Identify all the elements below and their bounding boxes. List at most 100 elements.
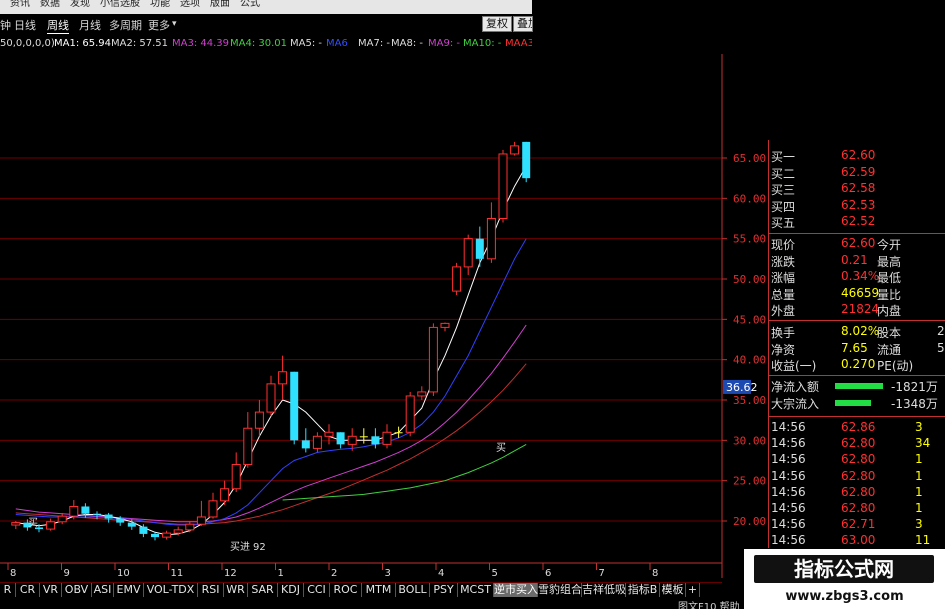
candle-body	[93, 513, 101, 515]
month-label: 6	[545, 568, 551, 579]
flow-label: 净流入额	[771, 380, 820, 394]
period-item-5[interactable]: 更多	[148, 17, 170, 33]
period-item-3[interactable]: 月线	[79, 17, 101, 33]
stat-row: 涨幅 0.34% 最低	[769, 269, 945, 285]
tick-volume: 3	[915, 517, 923, 532]
indicator-tabs: R CR VR OBV ASI EMV VOL-TDX RSI WR SAR KDJ CCI ROC MT…	[0, 582, 722, 597]
candle	[69, 500, 79, 520]
tick-time: 14:56	[771, 420, 806, 434]
trade-tick-row: 14:56 62.80 1	[769, 452, 945, 468]
price-tick-label: 50.00	[733, 273, 766, 286]
candle	[278, 355, 288, 400]
period-item-1[interactable]: 日线	[14, 17, 36, 33]
tick-price: 62.80	[841, 501, 876, 515]
candle-body	[104, 514, 113, 519]
stat-label: 收益(一)	[771, 359, 817, 373]
candle	[522, 141, 531, 183]
menu-item-3[interactable]: 小信选股	[100, 0, 140, 9]
indicator-tab-14[interactable]: BOLL	[396, 583, 430, 597]
indicator-tab-6[interactable]: VOL-TDX	[144, 583, 198, 597]
candle	[11, 521, 21, 530]
indicator-tab-12[interactable]: ROC	[330, 583, 362, 597]
indicator-tab-11[interactable]: CCI	[304, 583, 330, 597]
candle-body	[394, 432, 403, 434]
candle-body	[428, 326, 438, 393]
stat-row: 现价 62.60 今开	[769, 236, 945, 252]
month-label: 9	[64, 568, 70, 579]
indicator-tab-10[interactable]: KDJ	[278, 583, 304, 597]
month-label: 4	[438, 568, 444, 579]
candle-body	[151, 533, 159, 538]
ma-legend-item-10: MA10: -	[463, 38, 502, 49]
price-tick-label: 20.00	[733, 515, 766, 528]
menu-item-7[interactable]: 公式	[240, 0, 260, 9]
watermark-title: 指标公式网	[754, 555, 934, 583]
period-item-0[interactable]: 钟	[0, 17, 11, 33]
stat-label: 外盘	[771, 304, 796, 318]
indicator-tab-9[interactable]: SAR	[248, 583, 278, 597]
tick-price: 62.80	[841, 436, 876, 451]
menu-item-2[interactable]: 发现	[70, 0, 90, 9]
menu-item-4[interactable]: 功能	[150, 0, 170, 9]
menu-item-1[interactable]: 数据	[40, 0, 60, 9]
month-label: 8	[10, 568, 16, 579]
indicator-tab-20[interactable]: 指标B	[626, 583, 660, 597]
menu-item-6[interactable]: 版面	[210, 0, 230, 9]
period-item-4[interactable]: 多周期	[109, 17, 142, 33]
indicator-tab-7[interactable]: RSI	[198, 583, 224, 597]
indicator-tab-15[interactable]: PSY	[430, 583, 458, 597]
f10-footer[interactable]: 图文F10 帮助	[678, 598, 740, 609]
indicator-tab-2[interactable]: VR	[40, 583, 62, 597]
indicator-tab-13[interactable]: MTM	[362, 583, 396, 597]
bid-label: 买三	[771, 183, 796, 197]
tick-time: 14:56	[771, 468, 806, 483]
indicator-tab-21[interactable]: 模板	[660, 583, 686, 597]
candle-body	[81, 506, 90, 514]
candle-body	[417, 391, 427, 397]
ma-legend-item-4: MA4: 30.01	[230, 38, 288, 49]
month-label: 8	[652, 568, 658, 579]
candle-body	[208, 500, 218, 518]
stat-label: 最低	[877, 271, 902, 285]
indicator-tab-4[interactable]: ASI	[92, 583, 114, 597]
stat-label: 最高	[877, 254, 902, 269]
chevron-down-icon[interactable]: ▾	[172, 19, 177, 29]
menu-item-5[interactable]: 选项	[180, 0, 200, 9]
ma-legend-item-11: MAA30	[505, 38, 532, 49]
trade-tick-row: 14:56 62.80 1	[769, 469, 945, 485]
period-item-2[interactable]: 周线	[47, 17, 69, 34]
stat-row: 净资 7.65 流通 5	[769, 341, 945, 357]
indicator-tab-3[interactable]: OBV	[62, 583, 92, 597]
flow-row: 大宗流入 -1348万	[769, 395, 945, 411]
candle	[382, 424, 392, 449]
indicator-tab-0[interactable]: R	[0, 583, 16, 597]
indicator-tab-17[interactable]: 逆市买入	[494, 583, 538, 597]
indicator-tab-22[interactable]: +	[686, 583, 700, 597]
indicator-tab-19[interactable]: 吉祥低吸	[582, 583, 626, 597]
ma-legend-item-7: MA7: -	[358, 38, 390, 49]
tick-volume: 1	[915, 452, 923, 467]
price-tick-label: 55.00	[733, 233, 766, 246]
menu-item-0[interactable]: 资讯	[10, 0, 30, 9]
indicator-tab-5[interactable]: EMV	[114, 583, 144, 597]
candle-body	[498, 153, 508, 219]
trade-tick-row: 14:56 62.80 34	[769, 436, 945, 452]
stat-label: 流通	[877, 342, 902, 357]
candle	[359, 428, 368, 444]
indicator-tab-18[interactable]: 雪豹组合	[538, 583, 582, 597]
ma-legend-item-5: MA5: -	[290, 38, 322, 49]
ma-legend-item-3: MA3: 44.39	[172, 38, 230, 49]
candle	[510, 141, 520, 156]
bid-row: 买一 62.60	[769, 148, 945, 164]
restore-rights-button[interactable]: 复权	[482, 16, 512, 32]
indicator-tab-8[interactable]: WR	[224, 583, 248, 597]
trade-tick-row: 14:56 62.86 3	[769, 420, 945, 436]
indicator-tab-1[interactable]: CR	[16, 583, 40, 597]
month-label: 10	[117, 568, 130, 579]
stat-label: 内盘	[877, 304, 902, 318]
overlay-button[interactable]: 叠加	[513, 16, 533, 32]
tick-volume: 1	[915, 468, 923, 483]
tick-volume: 34	[915, 436, 931, 451]
indicator-tab-16[interactable]: MCST	[458, 583, 494, 597]
watermark: 指标公式网 www.zbgs3.com	[744, 549, 945, 609]
